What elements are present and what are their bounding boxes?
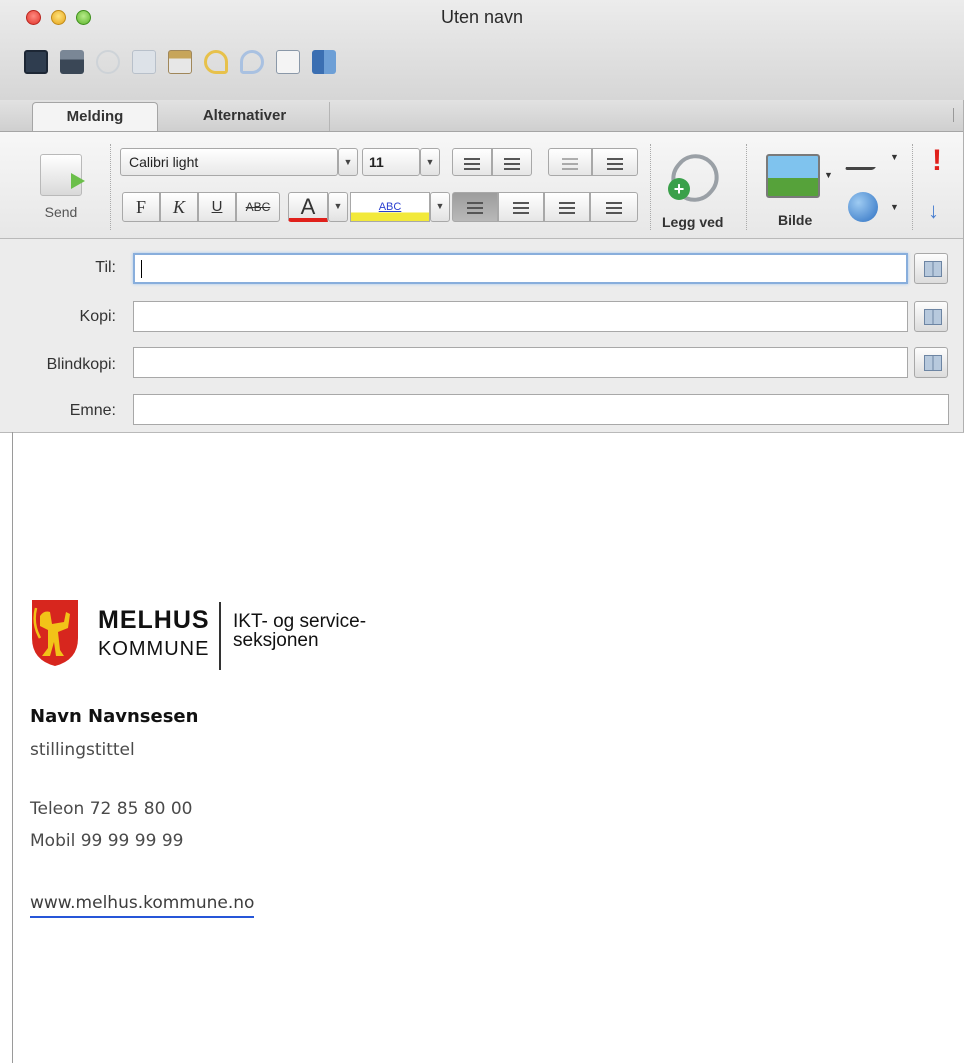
bcc-field[interactable] xyxy=(133,347,908,378)
chevron-down-icon[interactable]: ▼ xyxy=(890,152,899,162)
font-name-select[interactable]: Calibri light xyxy=(120,148,338,176)
align-center-icon xyxy=(513,202,529,215)
window-title: Uten navn xyxy=(440,7,524,27)
signature-name: Navn Navnsesen xyxy=(30,706,199,727)
ribbon-divider xyxy=(650,144,652,230)
print-icon[interactable] xyxy=(60,50,84,74)
tab-melding[interactable]: Melding xyxy=(32,102,158,131)
globe-link-icon[interactable] xyxy=(848,192,878,222)
bold-button[interactable]: F xyxy=(122,192,160,222)
cut-icon[interactable] xyxy=(96,50,120,74)
underline-button[interactable]: U xyxy=(198,192,236,222)
brand-name: MELHUS xyxy=(98,606,210,634)
justify-button[interactable] xyxy=(590,192,638,222)
to-field[interactable] xyxy=(133,253,908,284)
save-icon[interactable] xyxy=(24,50,48,74)
font-color-button[interactable]: A xyxy=(288,192,328,222)
address-book-button[interactable] xyxy=(914,253,948,284)
chevron-down-icon[interactable]: ▼ xyxy=(420,148,440,176)
department-name: IKT- og service- seksjonen xyxy=(233,612,366,650)
ribbon-tabs: Melding Alternativer xyxy=(0,100,964,132)
font-size-select[interactable]: 11 xyxy=(362,148,420,176)
indent-icon xyxy=(607,158,623,171)
ribbon-divider xyxy=(912,144,914,230)
attach-button[interactable]: Legg ved xyxy=(662,214,723,230)
redo-icon[interactable] xyxy=(240,50,264,74)
chevron-down-icon[interactable]: ▼ xyxy=(430,192,450,222)
to-label: Til: xyxy=(95,259,116,276)
subject-field[interactable] xyxy=(133,394,949,425)
signature-pen-icon[interactable] xyxy=(844,150,886,170)
address-book-button[interactable] xyxy=(914,301,948,332)
bullet-list-icon xyxy=(464,158,480,171)
numbered-list-button[interactable] xyxy=(492,148,532,176)
text-caret xyxy=(141,260,142,278)
send-icon xyxy=(40,154,85,196)
highlight-button[interactable]: ABC xyxy=(350,192,430,222)
add-attachment-icon[interactable]: + xyxy=(668,178,690,200)
bullet-list-button[interactable] xyxy=(452,148,492,176)
decrease-indent-button[interactable] xyxy=(548,148,592,176)
undo-icon[interactable] xyxy=(204,50,228,74)
address-book-button[interactable] xyxy=(914,347,948,378)
quick-access-toolbar xyxy=(24,50,336,74)
signature-website-link[interactable]: www.melhus.kommune.no xyxy=(30,893,255,918)
outdent-icon xyxy=(562,158,578,171)
send-label: Send xyxy=(44,204,78,220)
strikethrough-button[interactable]: ABC xyxy=(236,192,280,222)
high-priority-icon[interactable]: ! xyxy=(932,144,942,178)
melhus-crest-icon xyxy=(32,600,78,666)
send-receive-icon[interactable] xyxy=(312,50,336,74)
ribbon-divider xyxy=(746,144,748,230)
picture-icon[interactable] xyxy=(766,154,820,198)
numbered-list-icon xyxy=(504,158,520,171)
ribbon: Send Calibri light ▼ 11 ▼ F K U ABC A ▼ … xyxy=(0,132,964,239)
align-right-button[interactable] xyxy=(544,192,590,222)
department-line-2: seksjonen xyxy=(233,630,319,651)
bcc-label: Blindkopi: xyxy=(46,356,116,373)
title-bar: Uten navn xyxy=(0,0,964,101)
subject-label: Emne: xyxy=(69,402,116,419)
address-fields: Til: Kopi: Blindkopi: Emne: xyxy=(0,239,964,433)
department-line-1: IKT- og service- xyxy=(233,611,367,632)
compose-window: Uten navn Melding Alternativer Send Cali… xyxy=(0,0,964,1063)
cc-label: Kopi: xyxy=(79,308,116,325)
body-edge xyxy=(12,432,13,1063)
align-center-button[interactable] xyxy=(498,192,544,222)
send-button[interactable]: Send xyxy=(26,154,96,220)
brand-subtitle: KOMMUNE xyxy=(98,638,210,660)
italic-button[interactable]: K xyxy=(160,192,198,222)
template-icon[interactable] xyxy=(276,50,300,74)
chevron-down-icon[interactable]: ▼ xyxy=(824,170,833,180)
paste-icon[interactable] xyxy=(168,50,192,74)
signature-role: stillingstittel xyxy=(30,740,135,760)
chevron-down-icon[interactable]: ▼ xyxy=(890,202,899,212)
align-right-icon xyxy=(559,202,575,215)
justify-icon xyxy=(606,202,622,215)
align-left-button[interactable] xyxy=(452,192,498,222)
signature-phone: Teleon 72 85 80 00 xyxy=(30,799,193,819)
picture-button[interactable]: Bilde xyxy=(778,212,812,228)
paperclip-icon[interactable] xyxy=(661,144,729,212)
chevron-down-icon[interactable]: ▼ xyxy=(328,192,348,222)
copy-icon[interactable] xyxy=(132,50,156,74)
signature-mobile: Mobil 99 99 99 99 xyxy=(30,831,184,851)
ribbon-divider xyxy=(110,144,112,230)
increase-indent-button[interactable] xyxy=(592,148,638,176)
tab-alternativer[interactable]: Alternativer xyxy=(160,102,330,131)
logo-divider xyxy=(219,602,221,670)
align-left-icon xyxy=(467,202,483,215)
low-priority-icon[interactable]: ↓ xyxy=(928,198,939,224)
cc-field[interactable] xyxy=(133,301,908,332)
chevron-down-icon[interactable]: ▼ xyxy=(338,148,358,176)
